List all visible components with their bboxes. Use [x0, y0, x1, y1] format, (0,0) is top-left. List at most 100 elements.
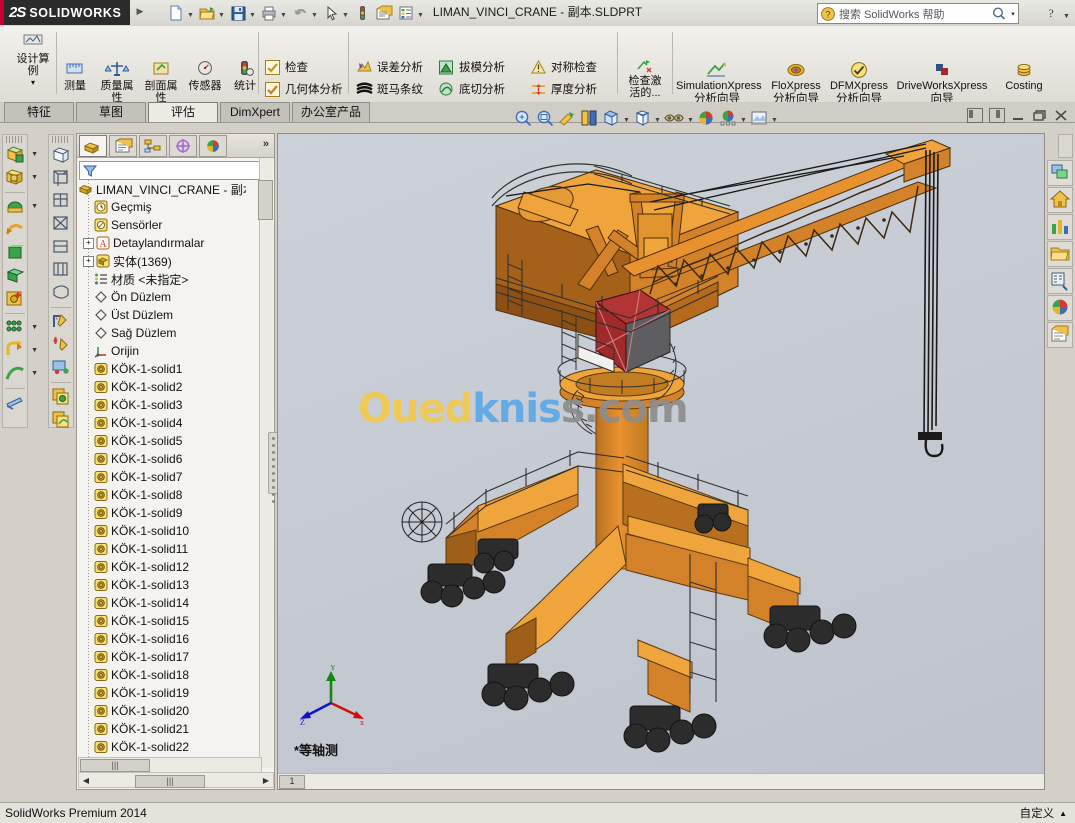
view-orientation-caret-icon[interactable]: ▼: [622, 108, 631, 128]
magnifier-icon[interactable]: [990, 5, 1008, 22]
view-settings-caret-icon[interactable]: ▼: [770, 108, 779, 128]
view-orientation-icon[interactable]: [600, 108, 622, 128]
solidworks-logo[interactable]: 2S SOLIDWORKS: [0, 0, 130, 25]
tree-horizontal-scrollbar-inner[interactable]: |||: [78, 757, 262, 773]
chevron-down-icon[interactable]: ▼: [416, 3, 425, 23]
tree-node[interactable]: Orijin: [77, 342, 257, 360]
featuremanager-tab[interactable]: [79, 134, 107, 157]
tree-node[interactable]: KÖK-1-solid16: [77, 630, 257, 648]
dimxpert-manager-tab[interactable]: [169, 134, 197, 157]
zoom-to-area-icon[interactable]: [534, 108, 556, 128]
costing-button[interactable]: Costing: [998, 60, 1050, 93]
deviation-analysis-button[interactable]: 误差分析: [356, 57, 423, 77]
thickness-analysis-button[interactable]: 厚度分析: [530, 79, 597, 99]
tree-node[interactable]: + 实体(1369): [77, 252, 257, 270]
floxpress-button[interactable]: FloXpress 分析向导: [770, 60, 822, 106]
zoom-to-fit-icon[interactable]: [512, 108, 534, 128]
driveworksxpress-button[interactable]: DriveWorksXpress 向导: [890, 60, 994, 106]
zebra-stripes-button[interactable]: 斑马条纹: [356, 79, 423, 99]
tab-sketch[interactable]: 草图: [76, 102, 146, 122]
qat-options[interactable]: [374, 3, 394, 23]
tree-node[interactable]: Sensörler: [77, 216, 257, 234]
linear-pattern-icon[interactable]: ▼: [4, 317, 38, 339]
search-input[interactable]: 搜索 SolidWorks 帮助: [839, 6, 990, 22]
scroll-left-arrow-icon[interactable]: ◀: [79, 776, 93, 785]
tree-node[interactable]: KÖK-1-solid19: [77, 684, 257, 702]
appearances-icon[interactable]: [1047, 295, 1073, 321]
status-right[interactable]: 自定义 ▲: [1020, 805, 1067, 821]
configurationmanager-tab[interactable]: [139, 134, 167, 157]
status-customize-label[interactable]: 自定义: [1020, 805, 1055, 821]
tree-node[interactable]: KÖK-1-solid21: [77, 720, 257, 738]
tab-office-products[interactable]: 办公室产品: [292, 102, 370, 122]
deform-icon[interactable]: [50, 236, 72, 258]
file-explorer-icon[interactable]: [1047, 241, 1073, 267]
qat-new-document[interactable]: ▼: [166, 3, 195, 23]
rail-grip[interactable]: [6, 136, 24, 143]
tree-expand-icon[interactable]: +: [83, 237, 94, 249]
propertymanager-tab[interactable]: [109, 134, 137, 157]
wrap-icon[interactable]: [50, 167, 72, 189]
help-caret-icon[interactable]: ▼: [1062, 4, 1071, 24]
dome-icon[interactable]: [50, 190, 72, 212]
tree-node[interactable]: KÖK-1-solid11: [77, 540, 257, 558]
qat-open-document[interactable]: ▼: [197, 3, 226, 23]
chevron-down-icon[interactable]: ▼: [341, 3, 350, 23]
qat-save[interactable]: ▼: [228, 3, 257, 23]
restore-left-button[interactable]: [967, 108, 983, 123]
simulationxpress-button[interactable]: SimulationXpress 分析向导: [676, 60, 762, 106]
qat-print[interactable]: ▼: [259, 3, 288, 23]
panel-expand-chevron-icon[interactable]: »: [263, 138, 269, 150]
geometry-analysis-button[interactable]: 几何体分析: [264, 79, 343, 99]
revolved-boss-icon[interactable]: ▼: [4, 196, 38, 218]
wizard-hole-icon[interactable]: [4, 288, 26, 310]
boundary-boss-icon[interactable]: [4, 265, 26, 287]
crane-model[interactable]: [278, 134, 1044, 774]
graphics-horizontal-scrollbar[interactable]: 1: [278, 773, 1044, 789]
design-library-home-icon[interactable]: [1047, 187, 1073, 213]
hide-show-items-icon[interactable]: [662, 108, 686, 128]
tree-node[interactable]: KÖK-1-solid12: [77, 558, 257, 576]
search-dropdown-icon[interactable]: ▾: [1008, 10, 1018, 18]
tab-dimxpert[interactable]: DimXpert: [220, 102, 290, 122]
tree-node[interactable]: KÖK-1-solid10: [77, 522, 257, 540]
task-pane-scroll[interactable]: [1058, 134, 1073, 158]
graphics-hscroll-thumb[interactable]: 1: [279, 775, 305, 789]
help-question-icon[interactable]: ?: [1042, 4, 1062, 24]
displaymanager-tab[interactable]: [199, 134, 227, 157]
lofted-boss-icon[interactable]: [4, 242, 26, 264]
help-search-box[interactable]: ? 搜索 SolidWorks 帮助 ▾: [817, 3, 1019, 24]
tree-hscroll-thumb[interactable]: |||: [135, 774, 205, 788]
shell-icon[interactable]: [50, 144, 72, 166]
undercut-analysis-button[interactable]: 底切分析: [438, 79, 505, 99]
tree-node[interactable]: Sağ Düzlem: [77, 324, 257, 342]
3d-sketch-icon[interactable]: [50, 334, 72, 356]
tree-scroll-thumb[interactable]: [258, 180, 273, 220]
swept-boss-icon[interactable]: [4, 219, 26, 241]
tree-node[interactable]: KÖK-1-solid6: [77, 450, 257, 468]
qat-select[interactable]: ▼: [321, 3, 350, 23]
tree-node[interactable]: KÖK-1-solid4: [77, 414, 257, 432]
rib-icon[interactable]: ▼: [4, 363, 38, 385]
tree-node[interactable]: KÖK-1-solid3: [77, 396, 257, 414]
check-button[interactable]: 检查: [264, 57, 308, 77]
tree-node[interactable]: 材质 <未指定>: [77, 270, 257, 288]
tree-node[interactable]: Üst Düzlem: [77, 306, 257, 324]
tree-horizontal-scrollbar[interactable]: ◀ ||| ▶: [78, 772, 274, 788]
tree-node[interactable]: KÖK-1-solid13: [77, 576, 257, 594]
status-caret-icon[interactable]: ▲: [1059, 809, 1067, 818]
view-palette-icon[interactable]: [1047, 160, 1073, 186]
scroll-right-arrow-icon[interactable]: ▶: [259, 776, 273, 785]
graphics-area[interactable]: Ouedkniss.com Y x Z *等轴测 1: [277, 133, 1045, 790]
reference-geometry-icon[interactable]: [50, 386, 72, 408]
section-view-icon[interactable]: [578, 108, 600, 128]
sketch-icon[interactable]: [50, 311, 72, 333]
previous-view-icon[interactable]: [556, 108, 578, 128]
search-library-icon[interactable]: [1047, 268, 1073, 294]
chevron-down-icon[interactable]: ▼: [248, 3, 257, 23]
flex-icon[interactable]: [50, 282, 72, 304]
draft-icon[interactable]: [4, 392, 26, 414]
edit-appearance-icon[interactable]: [695, 108, 717, 128]
tree-node[interactable]: KÖK-1-solid7: [77, 468, 257, 486]
minimize-button[interactable]: [1011, 110, 1025, 122]
